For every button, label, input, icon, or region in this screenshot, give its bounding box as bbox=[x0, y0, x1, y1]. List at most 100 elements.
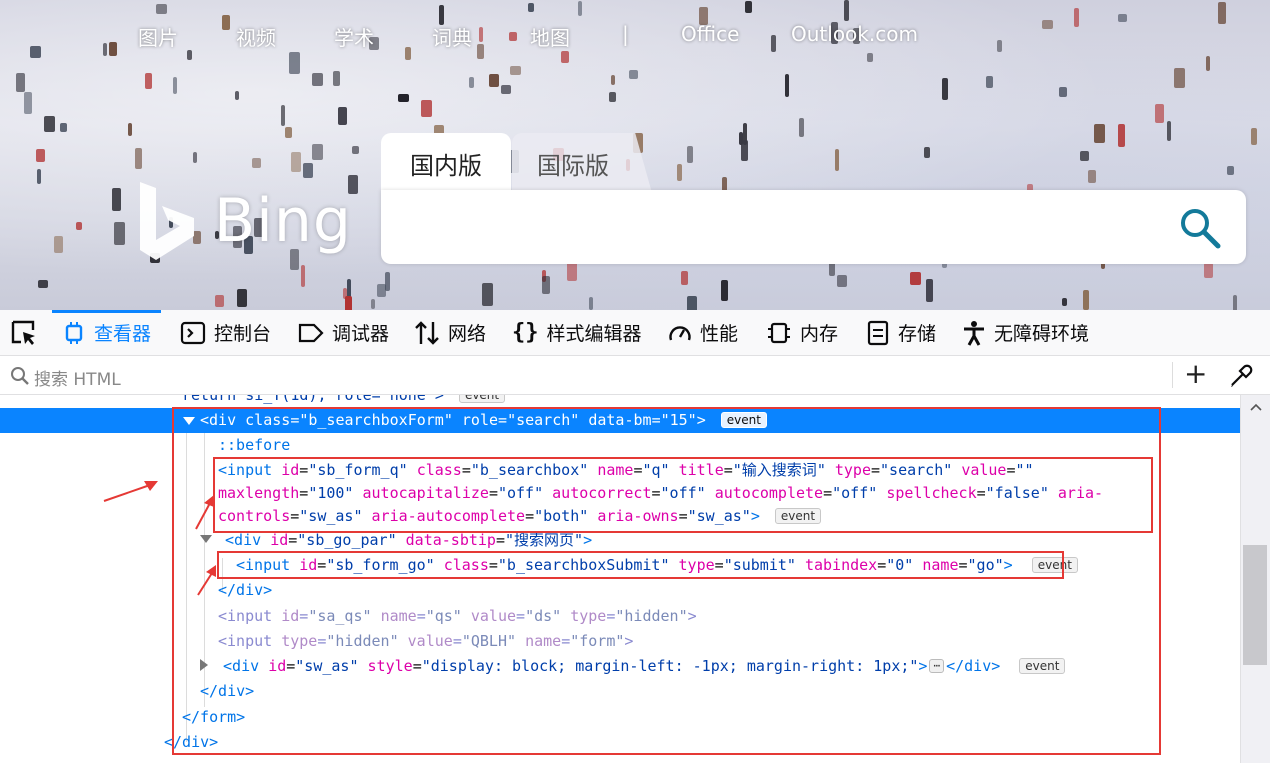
nav-link-videos[interactable]: 视频 bbox=[236, 22, 276, 51]
console-icon bbox=[180, 321, 206, 344]
tab-international-label: 国际版 bbox=[537, 151, 609, 180]
background-figure bbox=[477, 44, 484, 59]
tab-storage[interactable]: 存储 bbox=[866, 310, 936, 355]
background-figure bbox=[44, 116, 55, 132]
tab-network[interactable]: 网络 bbox=[414, 310, 486, 355]
background-figure bbox=[37, 169, 41, 184]
devtools-toolbar: 查看器 控制台 调试器 网络 {} 样式编辑器 性能 内存 存储 无障碍环境 bbox=[0, 310, 1270, 356]
background-figure bbox=[289, 52, 300, 74]
tab-storage-label: 存储 bbox=[898, 323, 937, 345]
background-figure bbox=[24, 92, 32, 114]
tab-console[interactable]: 控制台 bbox=[180, 310, 271, 355]
background-figure bbox=[687, 296, 697, 310]
bing-logo-text: Bing bbox=[214, 186, 352, 256]
background-figure bbox=[252, 158, 261, 168]
tab-performance[interactable]: 性能 bbox=[668, 310, 738, 355]
background-figure bbox=[469, 77, 474, 88]
background-figure bbox=[112, 188, 121, 211]
background-figure bbox=[312, 144, 323, 160]
tab-international[interactable]: 国际版 bbox=[512, 133, 652, 193]
background-figure bbox=[629, 70, 638, 79]
annotation-box-input-go bbox=[217, 551, 1064, 579]
background-figure bbox=[114, 222, 125, 245]
background-figure bbox=[1083, 290, 1089, 310]
scroll-up-icon[interactable] bbox=[1250, 403, 1262, 411]
storage-icon bbox=[867, 320, 889, 345]
background-figure bbox=[291, 152, 301, 172]
tab-memory[interactable]: 内存 bbox=[766, 310, 838, 355]
background-figure bbox=[237, 289, 247, 307]
background-figure bbox=[489, 74, 499, 87]
background-figure bbox=[482, 283, 493, 306]
background-figure bbox=[942, 78, 948, 100]
background-figure bbox=[103, 43, 107, 56]
network-icon bbox=[415, 320, 439, 345]
event-badge[interactable]: event bbox=[458, 395, 506, 403]
search-html-input[interactable]: 搜索 HTML bbox=[34, 365, 121, 390]
background-figure bbox=[1155, 104, 1164, 123]
eyedropper-icon[interactable] bbox=[1228, 363, 1254, 393]
background-figure bbox=[1227, 166, 1234, 175]
background-figure bbox=[1062, 298, 1067, 306]
background-figure bbox=[1042, 20, 1053, 29]
background-figure bbox=[76, 222, 82, 230]
background-figure bbox=[398, 94, 409, 102]
markup-scrollbar[interactable] bbox=[1240, 395, 1270, 763]
annotation-box-input-q bbox=[213, 457, 1153, 533]
background-figure bbox=[561, 51, 569, 63]
background-figure bbox=[528, 3, 534, 12]
background-figure bbox=[60, 123, 67, 132]
background-figure bbox=[16, 73, 25, 92]
background-figure bbox=[1118, 124, 1125, 147]
search-icon bbox=[10, 366, 30, 390]
memory-icon bbox=[768, 322, 790, 343]
background-figure bbox=[1174, 68, 1185, 88]
nav-link-academic[interactable]: 学术 bbox=[334, 22, 374, 51]
background-figure bbox=[611, 75, 615, 85]
background-figure bbox=[479, 27, 483, 42]
tab-debugger[interactable]: 调试器 bbox=[298, 310, 389, 355]
nav-link-office[interactable]: Office bbox=[681, 22, 739, 46]
background-figure bbox=[156, 4, 167, 14]
tab-inspector[interactable]: 查看器 bbox=[52, 310, 162, 355]
background-figure bbox=[986, 76, 993, 88]
scrollbar-thumb[interactable] bbox=[1243, 545, 1267, 665]
tab-accessibility[interactable]: 无障碍环境 bbox=[962, 310, 1089, 355]
tab-style-editor[interactable]: {} 样式编辑器 bbox=[512, 310, 642, 355]
background-figure bbox=[128, 123, 132, 136]
background-figure bbox=[926, 279, 933, 302]
tab-memory-label: 内存 bbox=[800, 323, 839, 345]
background-figure bbox=[333, 71, 340, 86]
background-figure bbox=[38, 280, 48, 288]
background-figure bbox=[421, 100, 432, 117]
tab-domestic[interactable]: 国内版 bbox=[381, 133, 511, 193]
search-icon[interactable] bbox=[1178, 206, 1222, 254]
nav-link-outlook[interactable]: Outlook.com bbox=[791, 22, 918, 46]
nav-link-maps[interactable]: 地图 bbox=[530, 22, 570, 51]
background-figure bbox=[829, 262, 835, 276]
background-figure bbox=[1206, 56, 1210, 71]
annotation-arrow-icon bbox=[197, 565, 216, 596]
nav-link-images[interactable]: 图片 bbox=[138, 22, 178, 51]
annotation-arrow-icon bbox=[195, 495, 214, 530]
background-figure bbox=[589, 297, 593, 310]
background-figure bbox=[799, 118, 804, 137]
nav-link-dictionary[interactable]: 词典 bbox=[432, 22, 472, 51]
background-figure bbox=[677, 164, 682, 181]
bing-search-input[interactable] bbox=[381, 190, 1246, 264]
element-picker-button[interactable] bbox=[10, 310, 46, 355]
background-figure bbox=[285, 127, 292, 138]
debugger-icon bbox=[298, 323, 324, 342]
background-figure bbox=[222, 15, 230, 30]
add-node-button[interactable]: + bbox=[1184, 360, 1207, 388]
background-figure bbox=[145, 73, 152, 89]
background-figure bbox=[1074, 8, 1079, 27]
background-figure bbox=[609, 92, 616, 102]
background-figure bbox=[721, 280, 728, 301]
background-figure bbox=[338, 107, 347, 125]
search-html-bar: 搜索 HTML + bbox=[0, 356, 1270, 395]
background-figure bbox=[1080, 151, 1089, 161]
tab-network-label: 网络 bbox=[448, 323, 487, 345]
bing-logo[interactable]: Bing bbox=[138, 180, 351, 260]
background-figure bbox=[30, 46, 41, 58]
